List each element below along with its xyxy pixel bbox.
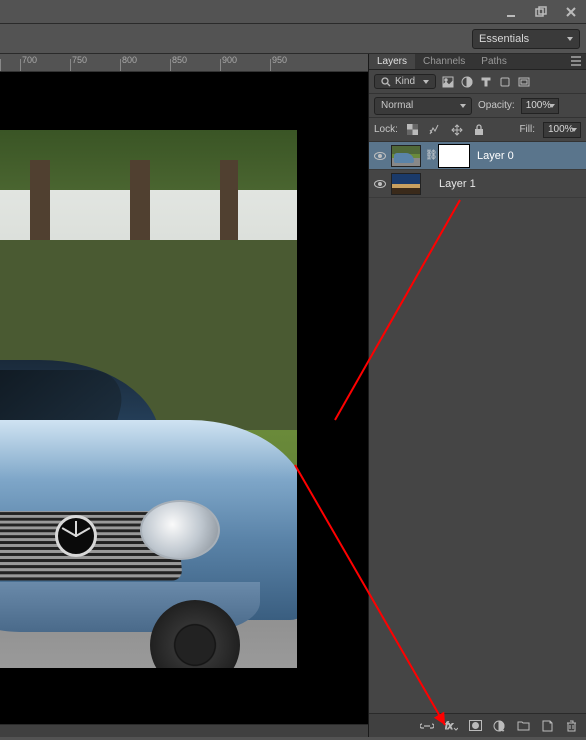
layers-list: ⛓ Layer 0 Layer 1 xyxy=(369,142,586,713)
blend-mode-select[interactable]: Normal xyxy=(374,97,472,115)
lock-position-icon[interactable] xyxy=(450,123,464,137)
filter-smart-icon[interactable] xyxy=(517,75,531,89)
filter-shape-icon[interactable] xyxy=(498,75,512,89)
window-controls xyxy=(496,2,586,22)
lock-transparent-icon[interactable] xyxy=(406,123,420,137)
fill-label: Fill: xyxy=(519,124,535,135)
opacity-label: Opacity: xyxy=(478,100,515,111)
layer-thumbnail[interactable] xyxy=(391,145,421,167)
fill-value: 100% xyxy=(548,124,574,135)
panels-dock: Layers Channels Paths Kind xyxy=(369,54,586,737)
delete-layer-icon[interactable] xyxy=(564,719,578,733)
canvas-image[interactable] xyxy=(0,130,297,668)
filter-type-label: Kind xyxy=(395,76,415,87)
layer-name[interactable]: Layer 1 xyxy=(425,178,476,190)
filter-pixel-icon[interactable] xyxy=(441,75,455,89)
layer-row[interactable]: Layer 1 xyxy=(369,170,586,198)
workspace-switcher[interactable]: Essentials xyxy=(472,29,580,49)
panel-menu-icon[interactable] xyxy=(570,56,582,69)
tab-layers[interactable]: Layers xyxy=(369,54,415,69)
blend-mode-value: Normal xyxy=(381,100,413,111)
filter-adjustment-icon[interactable] xyxy=(460,75,474,89)
adjustment-layer-icon[interactable] xyxy=(492,719,506,733)
tab-channels[interactable]: Channels xyxy=(415,54,473,69)
filter-type-icon[interactable] xyxy=(479,75,493,89)
tab-paths[interactable]: Paths xyxy=(473,54,515,69)
add-mask-icon[interactable] xyxy=(468,719,482,733)
filter-type-select[interactable]: Kind xyxy=(374,74,436,89)
ruler-mark: 950 xyxy=(272,55,287,65)
layer-thumbnail[interactable] xyxy=(391,173,421,195)
layer-mask-thumbnail[interactable] xyxy=(439,145,469,167)
close-button[interactable] xyxy=(556,2,586,22)
lock-image-icon[interactable] xyxy=(428,123,442,137)
opacity-input[interactable]: 100% xyxy=(521,98,559,114)
horizontal-ruler[interactable]: 700 750 800 850 900 950 xyxy=(0,54,368,72)
visibility-toggle[interactable] xyxy=(373,177,387,191)
document-area: 700 750 800 850 900 950 xyxy=(0,54,369,737)
mask-link-icon[interactable]: ⛓ xyxy=(425,150,435,161)
lock-label: Lock: xyxy=(374,124,398,135)
maximize-button[interactable] xyxy=(526,2,556,22)
layer-row[interactable]: ⛓ Layer 0 xyxy=(369,142,586,170)
visibility-toggle[interactable] xyxy=(373,149,387,163)
ruler-mark: 900 xyxy=(222,55,237,65)
workspace-label: Essentials xyxy=(479,33,529,45)
opacity-value: 100% xyxy=(526,100,552,111)
ruler-mark: 700 xyxy=(22,55,37,65)
new-group-icon[interactable] xyxy=(516,719,530,733)
layer-style-icon[interactable]: fx xyxy=(444,719,458,733)
title-bar xyxy=(0,0,586,24)
ruler-mark: 850 xyxy=(172,55,187,65)
link-layers-icon[interactable] xyxy=(420,719,434,733)
fill-input[interactable]: 100% xyxy=(543,122,581,138)
ruler-mark: 750 xyxy=(72,55,87,65)
minimize-button[interactable] xyxy=(496,2,526,22)
canvas-background[interactable] xyxy=(0,72,368,724)
lock-all-icon[interactable] xyxy=(472,123,486,137)
panel-tabs: Layers Channels Paths xyxy=(369,54,586,70)
layer-filter-row: Kind xyxy=(369,70,586,94)
new-layer-icon[interactable] xyxy=(540,719,554,733)
horizontal-scrollbar[interactable] xyxy=(0,724,368,737)
layer-name[interactable]: Layer 0 xyxy=(473,150,514,162)
ruler-mark: 800 xyxy=(122,55,137,65)
lock-row: Lock: Fill: 100% xyxy=(369,118,586,142)
blend-mode-row: Normal Opacity: 100% xyxy=(369,94,586,118)
workspace-bar: Essentials xyxy=(0,24,586,54)
layers-panel-footer: fx xyxy=(369,713,586,737)
svg-text:fx: fx xyxy=(445,721,454,731)
main-area: 700 750 800 850 900 950 xyxy=(0,54,586,737)
